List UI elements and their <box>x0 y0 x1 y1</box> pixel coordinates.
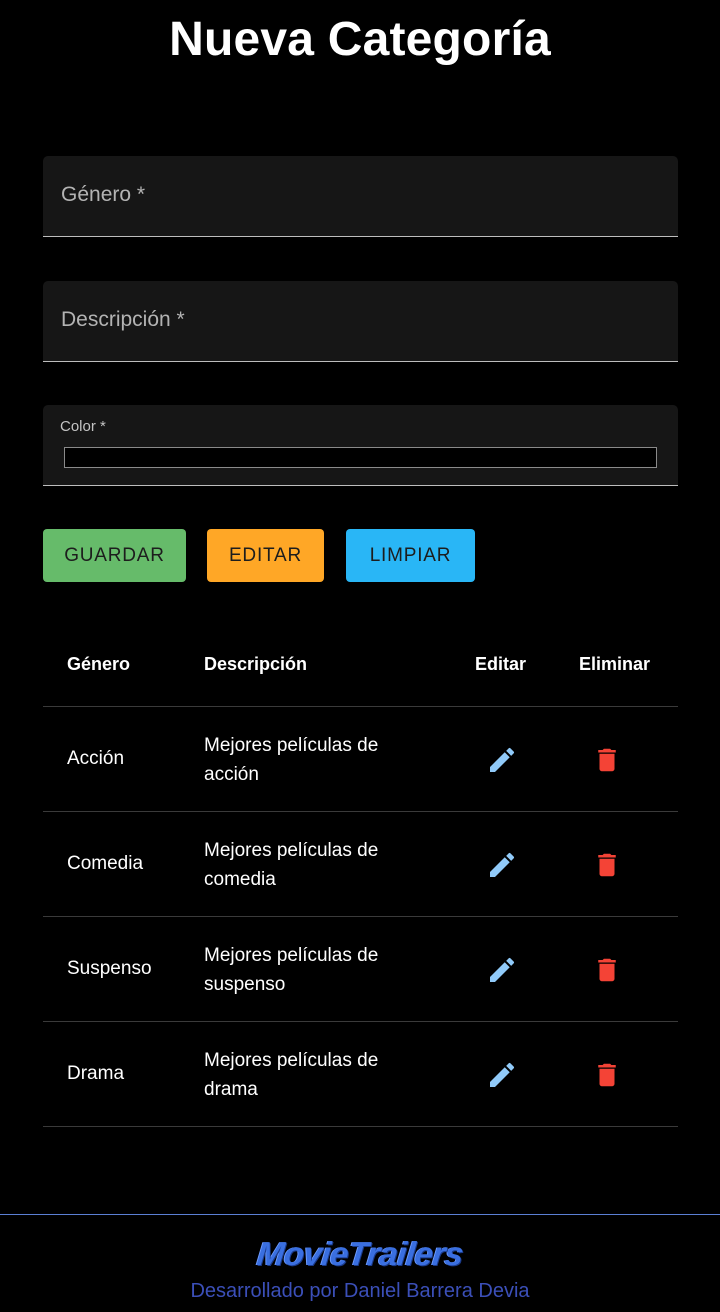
trash-icon[interactable] <box>592 744 622 776</box>
trash-icon[interactable] <box>592 954 622 986</box>
trash-icon[interactable] <box>592 1059 622 1091</box>
header-eliminar: Eliminar <box>579 654 651 674</box>
limpiar-button[interactable]: LIMPIAR <box>346 529 475 582</box>
genero-placeholder: Género * <box>61 183 146 206</box>
genero-field[interactable]: Género * <box>43 156 678 237</box>
pencil-icon[interactable] <box>486 849 518 881</box>
table-row: Comedia Mejores películas de comedia <box>43 812 678 917</box>
table-header: Género Descripción Editar Eliminar <box>43 623 678 707</box>
header-editar: Editar <box>475 654 527 674</box>
pencil-icon[interactable] <box>486 1059 518 1091</box>
table-row: Drama Mejores películas de drama <box>43 1022 678 1127</box>
page: Nueva Categoría Género * Descripción * C… <box>0 0 720 1312</box>
row-descripcion: Mejores películas de acción <box>204 735 379 785</box>
categories-table: Género Descripción Editar Eliminar Acció… <box>43 623 678 1127</box>
footer: MovieTrailers Desarrollado por Daniel Ba… <box>0 1214 720 1312</box>
guardar-button[interactable]: GUARDAR <box>43 529 186 582</box>
color-field: Color * <box>43 405 678 486</box>
table-row: Acción Mejores películas de acción <box>43 707 678 812</box>
header-genero: Género <box>67 654 131 674</box>
page-title: Nueva Categoría <box>169 13 551 66</box>
row-genero: Acción <box>67 748 125 769</box>
header-descripcion: Descripción <box>204 654 308 674</box>
descripcion-placeholder: Descripción * <box>61 308 185 331</box>
editar-button[interactable]: EDITAR <box>207 529 324 582</box>
row-descripcion: Mejores películas de comedia <box>204 840 379 890</box>
developer-credit: Desarrollado por Daniel Barrera Devia <box>190 1280 530 1302</box>
row-genero: Suspenso <box>67 958 152 979</box>
descripcion-field[interactable]: Descripción * <box>43 281 678 362</box>
pencil-icon[interactable] <box>486 744 518 776</box>
color-picker[interactable] <box>64 447 657 468</box>
pencil-icon[interactable] <box>486 954 518 986</box>
movietrailers-logo: MovieTrailers <box>255 1235 465 1272</box>
table-row: Suspenso Mejores películas de suspenso <box>43 917 678 1022</box>
row-genero: Drama <box>67 1063 125 1084</box>
trash-icon[interactable] <box>592 849 622 881</box>
row-descripcion: Mejores películas de suspenso <box>204 945 379 995</box>
row-descripcion: Mejores películas de drama <box>204 1050 379 1100</box>
color-label: Color * <box>60 418 106 435</box>
row-genero: Comedia <box>67 853 144 874</box>
